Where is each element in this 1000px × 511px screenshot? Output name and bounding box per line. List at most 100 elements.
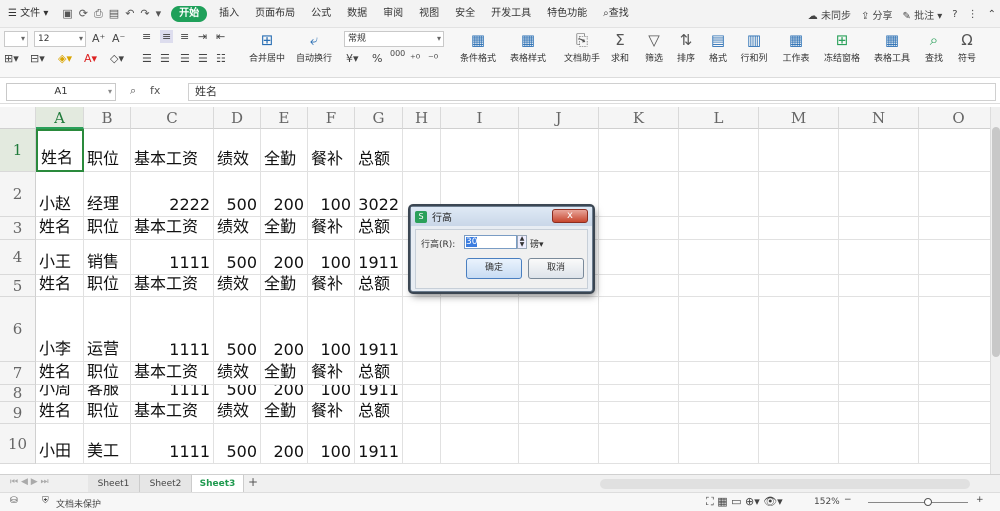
cell-C3[interactable]: 基本工资 [131, 217, 214, 240]
vertical-scrollbar[interactable] [990, 107, 1000, 474]
col-header-A[interactable]: A [36, 107, 84, 129]
sheet-tab-1[interactable]: Sheet1 [88, 475, 140, 493]
cell-A5[interactable]: 姓名 [36, 275, 84, 297]
cell-O7[interactable] [919, 362, 990, 385]
cell-D8[interactable]: 500 [214, 385, 261, 402]
chevron-down-icon[interactable]: ▾ [156, 7, 162, 20]
cell-G10[interactable]: 1911 [355, 424, 403, 464]
col-header-L[interactable]: L [679, 107, 759, 129]
cell-I10[interactable] [441, 424, 519, 464]
col-header-F[interactable]: F [308, 107, 355, 129]
redo-icon[interactable]: ↷ [140, 7, 149, 20]
sync-button[interactable]: ☁ 未同步 [808, 7, 851, 22]
border-icon[interactable]: ⊞▾ [4, 52, 19, 65]
add-sheet-icon[interactable]: + [248, 475, 258, 489]
cell-A9[interactable]: 姓名 [36, 402, 84, 424]
cell-D4[interactable]: 500 [214, 240, 261, 275]
cell-H7[interactable] [403, 362, 441, 385]
cell-K8[interactable] [599, 385, 679, 402]
tab-developer[interactable]: 开发工具 [483, 0, 539, 28]
share-button[interactable]: ⇪ 分享 [861, 7, 893, 22]
indent-icon[interactable]: ⇤ [216, 30, 225, 43]
cell-E10[interactable]: 200 [261, 424, 308, 464]
cell-O8[interactable] [919, 385, 990, 402]
name-box[interactable]: A1 [6, 83, 116, 101]
decrease-decimal-icon[interactable]: ⁻⁰ [428, 52, 438, 65]
preview-icon[interactable]: ▤ [109, 7, 119, 20]
col-header-K[interactable]: K [599, 107, 679, 129]
cell-F10[interactable]: 100 [308, 424, 355, 464]
collapse-icon[interactable]: ⌃ [988, 9, 996, 20]
filter-button[interactable]: ▽ 筛选 [640, 31, 668, 64]
orientation-icon[interactable]: ⇥ [198, 30, 207, 43]
cell-N3[interactable] [839, 217, 919, 240]
cell-N5[interactable] [839, 275, 919, 297]
distribute-icon[interactable]: ☷ [216, 52, 226, 65]
row-header-6[interactable]: 6 [0, 297, 36, 362]
row-header-7[interactable]: 7 [0, 362, 36, 385]
cell-G3[interactable]: 总额 [355, 217, 403, 240]
cell-M7[interactable] [759, 362, 839, 385]
tab-home[interactable]: 开始 [171, 5, 208, 22]
align-top-icon[interactable]: ≡ [142, 30, 151, 43]
cell-B5[interactable]: 职位 [84, 275, 131, 297]
cell-M3[interactable] [759, 217, 839, 240]
cell-E3[interactable]: 全勤 [261, 217, 308, 240]
cell-E7[interactable]: 全勤 [261, 362, 308, 385]
cell-E1[interactable]: 全勤 [261, 129, 308, 172]
cell-L2[interactable] [679, 172, 759, 217]
cancel-button[interactable]: 取消 [528, 258, 584, 279]
cell-G5[interactable]: 总额 [355, 275, 403, 297]
cell-D2[interactable]: 500 [214, 172, 261, 217]
cell-L1[interactable] [679, 129, 759, 172]
align-bottom-icon[interactable]: ≡ [180, 30, 189, 43]
cell-C10[interactable]: 1111 [131, 424, 214, 464]
font-color-icon[interactable]: A▾ [84, 52, 97, 65]
cell-O4[interactable] [919, 240, 990, 275]
col-header-C[interactable]: C [131, 107, 214, 129]
cell-D5[interactable]: 绩效 [214, 275, 261, 297]
cell-N7[interactable] [839, 362, 919, 385]
tab-security[interactable]: 安全 [447, 0, 483, 28]
currency-icon[interactable]: ¥▾ [346, 52, 359, 65]
cell-L8[interactable] [679, 385, 759, 402]
font-name-combo[interactable] [4, 31, 28, 47]
cell-L9[interactable] [679, 402, 759, 424]
row-height-spinner[interactable]: ▲ ▼ [517, 235, 527, 249]
cell-B1[interactable]: 职位 [84, 129, 131, 172]
cell-F2[interactable]: 100 [308, 172, 355, 217]
cell-K10[interactable] [599, 424, 679, 464]
cell-N8[interactable] [839, 385, 919, 402]
sort-button[interactable]: ⇅ 排序 [672, 31, 700, 64]
wrap-text-button[interactable]: ⤶ 自动换行 [294, 31, 334, 64]
increase-decimal-icon[interactable]: ⁺⁰ [410, 52, 420, 65]
tab-formula[interactable]: 公式 [303, 0, 339, 28]
cell-L7[interactable] [679, 362, 759, 385]
cell-E2[interactable]: 200 [261, 172, 308, 217]
col-header-D[interactable]: D [214, 107, 261, 129]
cell-E6[interactable]: 200 [261, 297, 308, 362]
conditional-format-button[interactable]: ▦ 条件格式 [454, 31, 502, 64]
sheet-tab-2[interactable]: Sheet2 [140, 475, 192, 493]
cell-K7[interactable] [599, 362, 679, 385]
cell-F5[interactable]: 餐补 [308, 275, 355, 297]
cell-M1[interactable] [759, 129, 839, 172]
cell-I8[interactable] [441, 385, 519, 402]
align-middle-icon[interactable]: ≡ [160, 30, 174, 43]
col-header-N[interactable]: N [839, 107, 919, 129]
cell-M4[interactable] [759, 240, 839, 275]
justify-icon[interactable]: ☰ [198, 52, 208, 65]
cell-I9[interactable] [441, 402, 519, 424]
row-col-button[interactable]: ▥ 行和列 [736, 31, 772, 64]
cell-D1[interactable]: 绩效 [214, 129, 261, 172]
col-header-H[interactable]: H [403, 107, 441, 129]
align-left-icon[interactable]: ☰ [142, 52, 152, 65]
cell-K4[interactable] [599, 240, 679, 275]
cell-L6[interactable] [679, 297, 759, 362]
cell-B8[interactable]: 客服 [84, 385, 131, 402]
search-menu[interactable]: ⌕查找 [595, 0, 637, 28]
cell-G7[interactable]: 总额 [355, 362, 403, 385]
zoom-slider-thumb[interactable] [924, 498, 932, 506]
cell-D9[interactable]: 绩效 [214, 402, 261, 424]
symbol-button[interactable]: Ω 符号 [952, 31, 982, 64]
